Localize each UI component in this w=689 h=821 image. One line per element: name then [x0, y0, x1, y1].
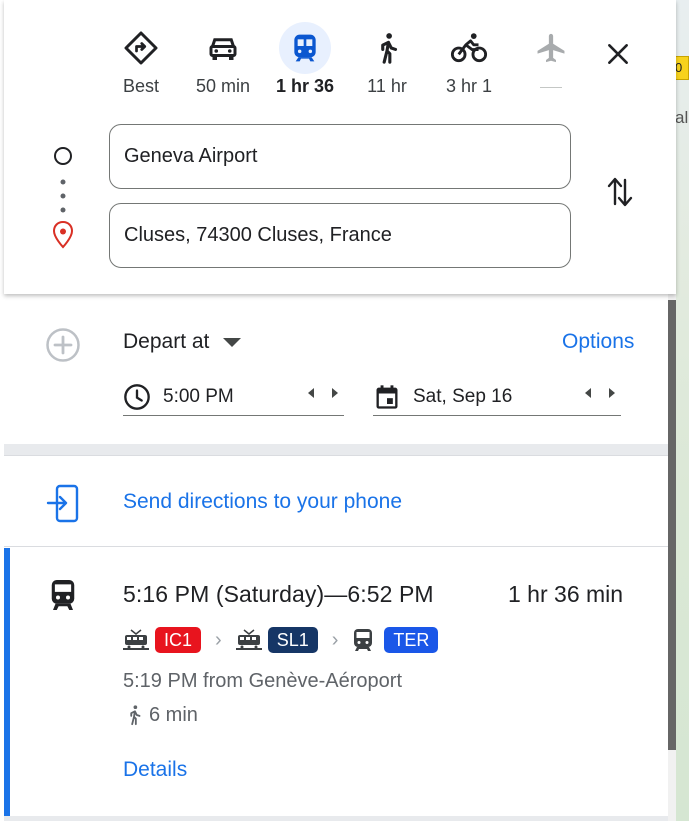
- line-badge-ic1: IC1: [155, 627, 202, 653]
- close-button[interactable]: [600, 36, 636, 72]
- mode-walk-label: 11 hr: [367, 76, 407, 96]
- train-icon: [123, 629, 149, 651]
- chevron-right-icon: ›: [331, 629, 339, 651]
- mode-bike[interactable]: 3 hr 1: [428, 22, 510, 98]
- route-icon: [115, 22, 167, 74]
- mode-walk[interactable]: 11 hr: [346, 22, 428, 98]
- swap-button[interactable]: [604, 170, 636, 214]
- mode-best[interactable]: Best: [100, 22, 182, 98]
- train-icon: [279, 22, 331, 74]
- time-previous-button[interactable]: [308, 388, 314, 398]
- directions-header: Best 50 min 1 hr 36 11 hr 3 hr 1 Geneva …: [4, 0, 676, 294]
- swap-icon: [607, 177, 633, 207]
- time-next-button[interactable]: [332, 388, 338, 398]
- bike-icon: [443, 22, 495, 74]
- add-circle-icon: [46, 328, 80, 362]
- mode-transit-label: 1 hr 36: [275, 76, 335, 96]
- time-value: 5:00 PM: [163, 385, 234, 407]
- date-next-button[interactable]: [609, 388, 615, 398]
- trip-duration: 1 hr 36 min: [508, 581, 624, 607]
- mode-bike-label: 3 hr 1: [445, 76, 493, 96]
- dropdown-arrow-icon: [223, 337, 242, 347]
- calendar-icon: [376, 384, 398, 409]
- walk-duration: 6 min: [123, 703, 198, 727]
- depart-dropdown[interactable]: Depart at: [123, 330, 242, 354]
- close-icon: [608, 44, 628, 64]
- date-value: Sat, Sep 16: [413, 385, 513, 407]
- plane-icon: [525, 22, 577, 74]
- travel-modes: Best 50 min 1 hr 36 11 hr 3 hr 1: [100, 22, 592, 98]
- mode-transit[interactable]: 1 hr 36: [264, 22, 346, 98]
- clock-icon: [124, 383, 150, 410]
- mode-drive[interactable]: 50 min: [182, 22, 264, 98]
- tram-icon: [352, 628, 374, 652]
- mode-flight-label: [540, 76, 562, 88]
- mode-drive-label: 50 min: [195, 76, 251, 96]
- map-label: al: [675, 108, 689, 127]
- send-to-phone-icon: [46, 484, 82, 529]
- scrollbar-thumb[interactable]: [668, 300, 676, 750]
- train-icon: [235, 629, 262, 651]
- transit-route-result[interactable]: 5:16 PM (Saturday)—6:52 PM 1 hr 36 min I…: [4, 548, 668, 816]
- line-badge-sl1: SL1: [267, 627, 318, 653]
- walk-duration-text: 6 min: [149, 703, 198, 726]
- route-legs: IC1 › SL1 › TER: [123, 626, 439, 654]
- chevron-right-icon: ›: [215, 629, 222, 651]
- route-connector: [52, 144, 76, 256]
- depart-section: Depart at Options 5:00 PM Sat, Sep 16: [4, 294, 668, 444]
- origin-input[interactable]: Geneva Airport: [109, 124, 571, 189]
- send-to-phone-label: Send directions to your phone: [123, 490, 403, 513]
- destination-input[interactable]: Cluses, 74300 Cluses, France: [109, 203, 571, 268]
- departure-station: 5:19 PM from Genève-Aéroport: [123, 670, 403, 692]
- train-icon: [48, 578, 78, 617]
- departure-arrival-times: 5:16 PM (Saturday)—6:52 PM: [123, 581, 434, 607]
- mode-flight[interactable]: [510, 22, 592, 98]
- car-icon: [197, 22, 249, 74]
- walk-icon: [361, 22, 413, 74]
- line-badge-ter: TER: [384, 627, 439, 653]
- date-previous-button[interactable]: [585, 388, 591, 398]
- details-button[interactable]: Details: [123, 758, 187, 782]
- add-stop-button[interactable]: [44, 326, 82, 369]
- options-button[interactable]: Options: [562, 330, 634, 354]
- result-divider: [4, 816, 668, 821]
- depart-dropdown-label: Depart at: [123, 330, 210, 353]
- mode-best-label: Best: [122, 76, 160, 96]
- destination-pin-icon: [52, 220, 74, 249]
- date-field[interactable]: Sat, Sep 16: [373, 378, 621, 416]
- section-divider: [4, 444, 668, 456]
- send-to-phone-row[interactable]: Send directions to your phone: [4, 456, 668, 547]
- time-field[interactable]: 5:00 PM: [123, 378, 344, 416]
- walk-icon: [130, 705, 141, 726]
